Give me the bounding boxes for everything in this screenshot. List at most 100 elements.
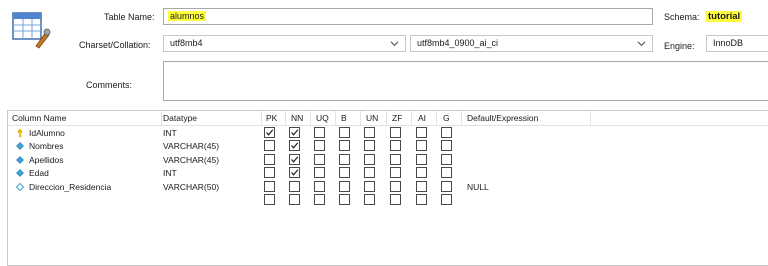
zf-checkbox[interactable] — [390, 153, 401, 165]
b-checkbox[interactable] — [339, 140, 350, 152]
ai-checkbox[interactable] — [416, 153, 427, 165]
header-pk[interactable]: PK — [266, 113, 277, 123]
checkmark-icon — [266, 129, 274, 136]
column-nn-icon — [16, 155, 24, 164]
column-name-cell[interactable]: Edad — [29, 168, 49, 178]
table-row[interactable]: Nombres VARCHAR(45) — [8, 140, 768, 153]
datatype-cell[interactable]: INT — [163, 168, 177, 178]
header-default-expression[interactable]: Default/Expression — [467, 113, 538, 123]
zf-checkbox[interactable] — [390, 127, 401, 138]
chevron-down-icon — [637, 41, 646, 47]
pk-checkbox[interactable] — [264, 194, 275, 205]
zf-checkbox[interactable] — [390, 194, 401, 205]
un-checkbox[interactable] — [364, 194, 375, 205]
column-name-cell[interactable]: IdAlumno — [29, 128, 65, 138]
comments-label: Comments: — [86, 80, 133, 90]
table-editor-icon — [12, 10, 52, 50]
table-row[interactable]: Apellidos VARCHAR(45) — [8, 153, 768, 167]
table-name-value: alumnos — [168, 11, 207, 21]
header-un[interactable]: UN — [366, 113, 378, 123]
uq-checkbox[interactable] — [314, 180, 325, 192]
header-datatype[interactable]: Datatype — [163, 113, 197, 123]
schema-value: tutorial — [706, 11, 743, 22]
columns-grid[interactable]: Column Name Datatype PK NN UQ B UN ZF AI… — [7, 110, 768, 266]
grid-header: Column Name Datatype PK NN UQ B UN ZF AI… — [8, 111, 768, 126]
pk-checkbox[interactable] — [264, 167, 275, 179]
header-column-name[interactable]: Column Name — [12, 113, 66, 123]
un-checkbox[interactable] — [364, 153, 375, 165]
datatype-cell[interactable]: VARCHAR(45) — [163, 155, 219, 165]
column-name-cell[interactable]: Nombres — [29, 141, 63, 151]
table-row[interactable] — [8, 194, 768, 207]
collation-select[interactable]: utf8mb4_0900_ai_ci — [410, 35, 653, 52]
pk-checkbox[interactable] — [264, 140, 275, 152]
chevron-down-icon — [390, 41, 399, 47]
default-expression-cell[interactable]: NULL — [467, 182, 489, 192]
column-nn-icon — [16, 142, 24, 151]
b-checkbox[interactable] — [339, 167, 350, 179]
column-nn-icon — [16, 169, 24, 178]
un-checkbox[interactable] — [364, 180, 375, 192]
schema-label: Schema: — [664, 12, 700, 22]
datatype-cell[interactable]: VARCHAR(50) — [163, 182, 219, 192]
table-name-input[interactable]: alumnos — [163, 8, 653, 25]
un-checkbox[interactable] — [364, 140, 375, 152]
table-row[interactable]: Direccion_Residencia VARCHAR(50) NULL — [8, 180, 768, 194]
header-g[interactable]: G — [443, 113, 450, 123]
header-ai[interactable]: AI — [418, 113, 426, 123]
primary-key-icon — [16, 129, 24, 138]
pk-checkbox[interactable] — [264, 180, 275, 192]
nn-checkbox[interactable] — [289, 153, 300, 165]
g-checkbox[interactable] — [441, 167, 452, 179]
checkmark-icon — [291, 129, 299, 136]
charset-collation-label: Charset/Collation: — [79, 40, 151, 50]
zf-checkbox[interactable] — [390, 180, 401, 192]
zf-checkbox[interactable] — [390, 167, 401, 179]
header-nn[interactable]: NN — [291, 113, 303, 123]
table-row[interactable]: IdAlumno INT — [8, 127, 768, 140]
un-checkbox[interactable] — [364, 127, 375, 138]
nn-checkbox[interactable] — [289, 167, 300, 179]
uq-checkbox[interactable] — [314, 153, 325, 165]
uq-checkbox[interactable] — [314, 167, 325, 179]
datatype-cell[interactable]: VARCHAR(45) — [163, 141, 219, 151]
uq-checkbox[interactable] — [314, 194, 325, 205]
column-name-cell[interactable]: Apellidos — [29, 155, 64, 165]
header-zf[interactable]: ZF — [392, 113, 402, 123]
pk-checkbox[interactable] — [264, 127, 275, 138]
nn-checkbox[interactable] — [289, 140, 300, 152]
comments-textarea[interactable] — [163, 61, 768, 101]
header-uq[interactable]: UQ — [316, 113, 329, 123]
zf-checkbox[interactable] — [390, 140, 401, 152]
ai-checkbox[interactable] — [416, 167, 427, 179]
uq-checkbox[interactable] — [314, 140, 325, 152]
ai-checkbox[interactable] — [416, 194, 427, 205]
uq-checkbox[interactable] — [314, 127, 325, 138]
column-name-cell[interactable]: Direccion_Residencia — [29, 182, 111, 192]
b-checkbox[interactable] — [339, 127, 350, 138]
g-checkbox[interactable] — [441, 140, 452, 152]
un-checkbox[interactable] — [364, 167, 375, 179]
b-checkbox[interactable] — [339, 180, 350, 192]
ai-checkbox[interactable] — [416, 127, 427, 138]
table-name-label: Table Name: — [104, 12, 155, 22]
g-checkbox[interactable] — [441, 180, 452, 192]
b-checkbox[interactable] — [339, 194, 350, 205]
collation-value: utf8mb4_0900_ai_ci — [417, 38, 499, 48]
nn-checkbox[interactable] — [289, 127, 300, 138]
ai-checkbox[interactable] — [416, 140, 427, 152]
g-checkbox[interactable] — [441, 127, 452, 138]
charset-select[interactable]: utf8mb4 — [163, 35, 406, 52]
g-checkbox[interactable] — [441, 194, 452, 205]
g-checkbox[interactable] — [441, 153, 452, 165]
pk-checkbox[interactable] — [264, 153, 275, 165]
charset-value: utf8mb4 — [170, 38, 203, 48]
header-b[interactable]: B — [341, 113, 347, 123]
nn-checkbox[interactable] — [289, 180, 300, 192]
b-checkbox[interactable] — [339, 153, 350, 165]
engine-select[interactable]: InnoDB — [706, 35, 768, 52]
datatype-cell[interactable]: INT — [163, 128, 177, 138]
table-row[interactable]: Edad INT — [8, 167, 768, 180]
ai-checkbox[interactable] — [416, 180, 427, 192]
nn-checkbox[interactable] — [289, 194, 300, 205]
